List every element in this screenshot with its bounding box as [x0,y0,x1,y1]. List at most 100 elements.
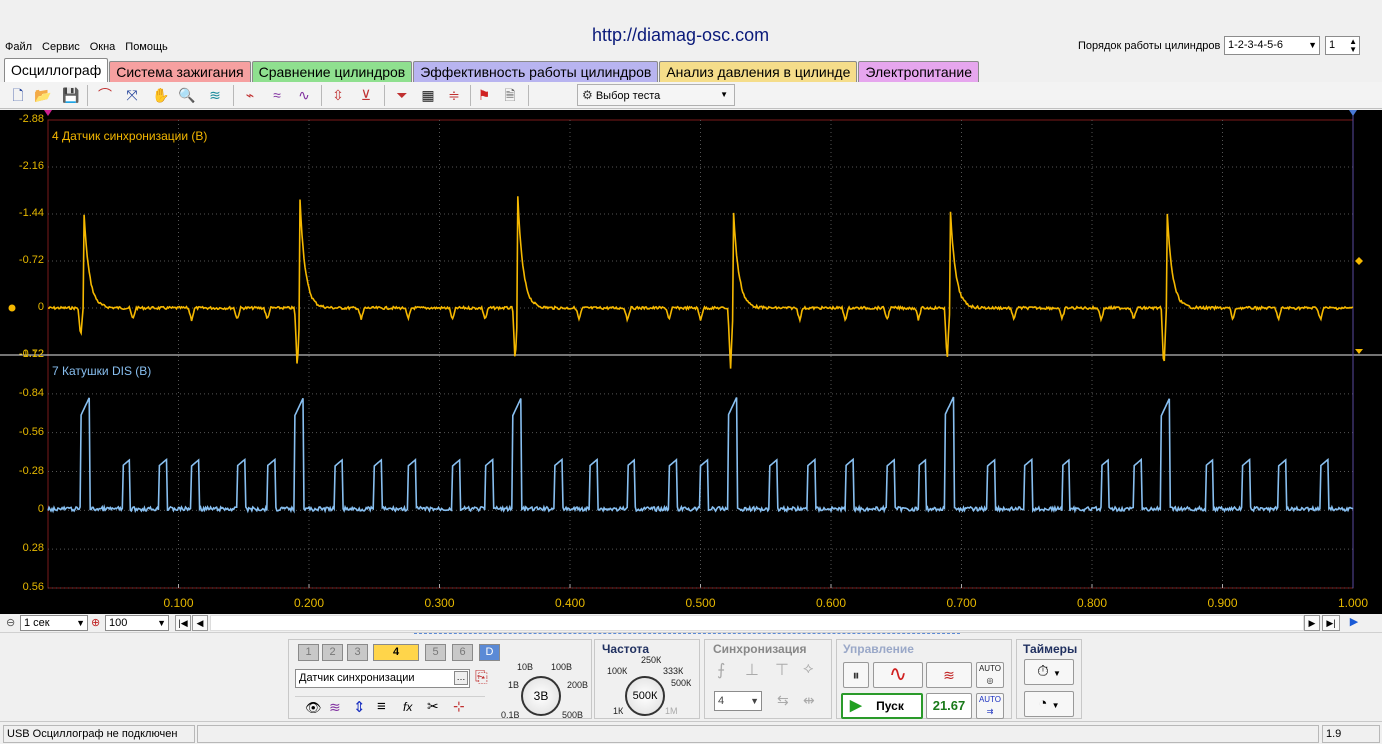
scroll-right-button[interactable]: ▶ [1304,615,1320,631]
sync-level-icon[interactable]: ⇆ [777,692,789,709]
tab-ignition[interactable]: Система зажигания [109,61,251,82]
frequency-knob[interactable]: 500К [625,676,665,716]
grid-icon[interactable]: ▦ [418,85,438,105]
test-select[interactable]: ⚙ Выбор теста ▼ [577,84,735,106]
marker-flag-icon[interactable]: ⚑ [474,85,494,105]
menu-windows[interactable]: Окна [85,39,121,55]
play-marker-icon[interactable]: ▶ [1344,615,1364,631]
cylinder-number-spinner[interactable]: 1 ▲ ▼ [1325,36,1360,55]
plot-border [47,119,1354,589]
trace-sync-sensor [47,196,1354,369]
open-folder-icon[interactable]: 📂 [33,85,53,105]
function-icon[interactable]: fx [403,700,412,714]
auto-mode-button[interactable]: AUTO ◎ [976,662,1004,688]
auto-sync-icon[interactable]: ⟡ [803,660,814,678]
tab-cylinder-compare[interactable]: Сравнение цилиндров [251,61,413,82]
noise-mode-button[interactable]: ≋ [926,662,972,688]
voltage-knob[interactable]: 3В [521,676,561,716]
menu-file[interactable]: Файл [0,39,37,55]
freq-label-500k: 500К [671,678,692,688]
zoom-icon[interactable]: 🔍 [177,85,197,105]
scroll-first-button[interactable]: |◀ [175,615,191,631]
eye-icon[interactable]: 👁 [305,700,322,716]
measure-icon[interactable]: ⤧ [122,85,142,105]
zero-icon[interactable]: ⊻ [356,85,376,105]
edge-down-icon[interactable]: ⊤ [775,660,789,680]
channel-name-input[interactable]: Датчик синхронизации [295,669,470,688]
scroll-last-button[interactable]: ▶| [1322,615,1340,631]
filter-funnel-icon[interactable]: ⏷ [392,85,412,105]
frequency-title: Частота [602,642,650,656]
auto-sync-button[interactable]: AUTO ⇉ [976,693,1004,719]
pause-button[interactable]: ⏸ [843,662,869,688]
tab-oscilloscope[interactable]: Осциллограф [4,58,109,82]
freq-label-100k: 100К [607,666,628,676]
probe-icon[interactable]: ⎘ [475,669,488,687]
zoom-select[interactable]: 100 ▼ [105,615,169,631]
cylinder-number-value: 1 [1329,39,1336,51]
more-button[interactable]: … [454,671,468,685]
scroll-left-button[interactable]: ◀ [192,615,208,631]
x-tick-label: 1.000 [1337,596,1369,610]
edge-up-icon[interactable]: ⊥ [745,660,759,680]
bottom-y-tick: 0.56 [22,581,44,593]
cylinder-order-select[interactable]: 1-2-3-4-5-6 ▼ [1224,36,1320,55]
top-y-tick: 0 [37,301,44,313]
zoom-in-icon[interactable]: ⊕ [91,616,100,629]
timebase-value: 1 сек [24,617,50,629]
cursor-lines-icon[interactable]: ≑ [444,85,464,105]
zoom-out-icon[interactable]: ⊖ [6,616,15,629]
timebase-select[interactable]: 1 сек ▼ [20,615,88,631]
offset-icon[interactable]: ⊹ [453,698,465,715]
channel-2-button[interactable]: 2 [322,644,343,661]
rising-edge-icon[interactable]: ⨍ [717,660,725,680]
hand-pan-icon[interactable]: ✋ [151,85,171,105]
new-file-icon[interactable]: 🗋 [8,85,28,105]
invert-wave-icon[interactable]: ≋ [329,699,341,716]
chevron-down-icon: ▼ [76,618,85,628]
x-tick-label: 0.400 [554,596,586,610]
sync-channel-select[interactable]: 4 ▼ [714,691,762,711]
sine-multi-icon[interactable]: ≈ [267,85,287,105]
channel-5-button[interactable]: 5 [425,644,446,661]
noise-icon[interactable]: ⌁ [240,85,260,105]
timers-title: Таймеры [1023,642,1078,656]
wave-filter-icon[interactable]: ≋ [205,85,225,105]
tools-icon[interactable]: ✂ [427,698,439,715]
x-tick-label: 0.200 [293,596,325,610]
menu-service[interactable]: Сервис [37,39,85,55]
channel-d-button[interactable]: D [479,644,500,661]
tab-cylinder-efficiency[interactable]: Эффективность работы цилиндров [413,61,659,82]
tab-power-supply[interactable]: Электропитание [858,61,979,82]
note-icon[interactable]: 🗎 [500,85,520,105]
stopwatch-icon: ⏱ [1037,663,1049,680]
volt-label-10: 10В [517,662,534,672]
freq-label-250k: 250К [641,655,662,665]
scope-plot[interactable] [0,110,1382,614]
trigger-marker [44,110,52,116]
sine-mode-button[interactable]: ∿ [873,662,923,688]
menu-bar: Файл Сервис Окна Помощь [0,39,173,55]
menu-help[interactable]: Помощь [120,39,173,55]
app-window: http://diamag-osc.com Файл Сервис Окна П… [0,0,1382,744]
channel-3-button[interactable]: 3 [347,644,368,661]
start-button[interactable]: ▶ Пуск [841,693,923,719]
sync-position-icon[interactable]: ⇹ [803,692,815,709]
oscilloscope-display[interactable]: 4 Датчик синхронизации (В) 7 Катушки DIS… [0,110,1382,614]
channel-4-button[interactable]: 4 [373,644,419,661]
vertical-scale-icon[interactable]: ⇕ [353,698,366,716]
channel-1-button[interactable]: 1 [298,644,319,661]
site-url[interactable]: http://diamag-osc.com [592,25,769,46]
save-icon[interactable]: 💾 [61,85,81,105]
bottom-y-tick: -0.84 [18,386,44,399]
horizontal-scrollbar[interactable] [210,615,1304,631]
lines-icon[interactable]: ≡ [377,698,386,715]
timer-1-button[interactable]: ⏱ ▼ [1024,659,1074,685]
timer-2-button[interactable]: ◔ ▼ [1024,691,1074,717]
cursor-curve-icon[interactable]: ⌒ [95,85,115,105]
auto-scale-icon[interactable]: ⇳ [328,85,348,105]
sine-icon[interactable]: ∿ [294,85,314,105]
splitter[interactable] [414,633,960,638]
tab-pressure-analysis[interactable]: Анализ давления в цилинде [659,61,858,82]
channel-6-button[interactable]: 6 [452,644,473,661]
